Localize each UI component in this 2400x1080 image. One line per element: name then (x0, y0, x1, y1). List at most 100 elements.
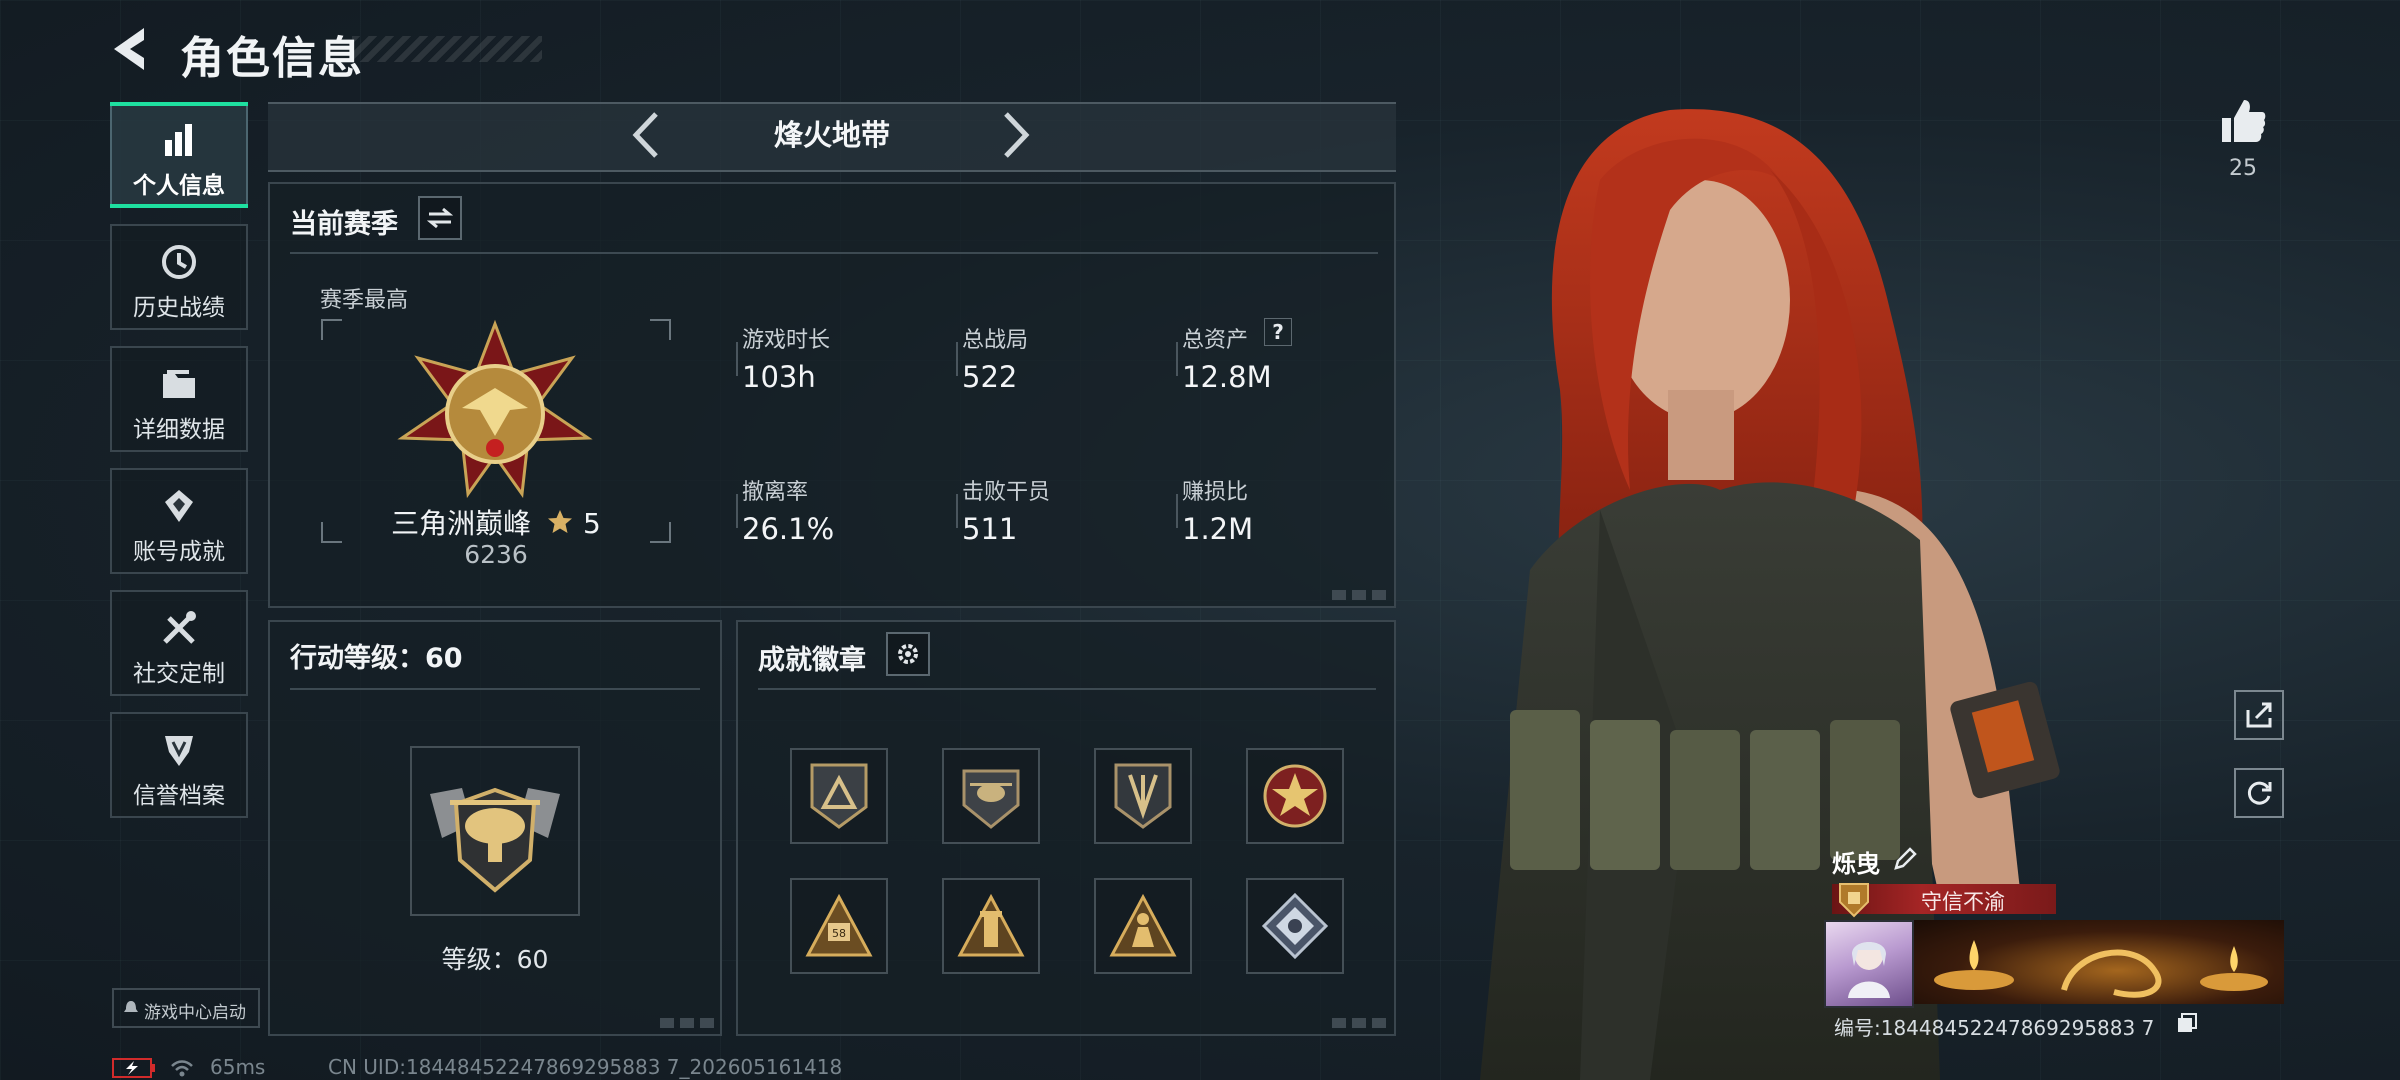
badges-divider (758, 688, 1376, 690)
diamond-badge-icon (1261, 892, 1329, 960)
helicopter-emblem-icon (430, 787, 560, 893)
thumbs-up-icon[interactable] (2218, 96, 2268, 146)
game-center-label: 游戏中心启动 (144, 1003, 246, 1023)
stat-divider (956, 342, 958, 376)
rank-emblem-icon (397, 319, 593, 498)
wifi-icon (171, 1060, 193, 1077)
copy-icon[interactable] (2176, 1012, 2198, 1034)
pyramid-58-badge-icon: 58 (805, 893, 873, 957)
sidebar-item-label: 历史战绩 (133, 295, 225, 321)
badge-slot[interactable] (942, 878, 1040, 974)
sidebar-item-label: 社交定制 (133, 661, 225, 687)
mode-next-chevron-icon[interactable] (1000, 110, 1034, 160)
season-title: 当前赛季 (290, 209, 398, 240)
shield-icon (165, 736, 193, 766)
star-emblem-badge-icon (1263, 764, 1327, 828)
badge-slot[interactable] (1094, 748, 1192, 844)
swap-icon (427, 207, 453, 229)
folder-icon (163, 370, 195, 398)
history-icon (162, 245, 196, 279)
stat-divider (1176, 494, 1178, 528)
sidebar-item-social-custom[interactable]: 社交定制 (110, 590, 248, 696)
blades-badge-icon (1114, 763, 1172, 829)
gear-icon (898, 644, 918, 664)
badge-slot[interactable] (1246, 878, 1344, 974)
stat-divider (736, 494, 738, 528)
sidebar-item-label: 个人信息 (133, 173, 225, 199)
stat-value: 522 (962, 360, 1018, 394)
rank-score: 6236 (464, 540, 528, 569)
panel-corner-decoration (1332, 1018, 1386, 1028)
rank-name: 三角洲巅峰 (391, 507, 532, 540)
tower-badge-icon (957, 893, 1025, 957)
stat-divider (956, 494, 958, 528)
level-emblem-frame (410, 746, 580, 916)
sidebar-item-detailed-data[interactable]: 详细数据 (110, 346, 248, 452)
game-center-button[interactable]: 游戏中心启动 (112, 988, 260, 1028)
edit-pencil-icon[interactable] (1892, 846, 1918, 872)
stat-label: 击败干员 (962, 480, 1051, 505)
player-name: 烁曳 (1832, 850, 1880, 878)
rotate-button[interactable] (2234, 768, 2284, 818)
badge-slot[interactable]: 58 (790, 878, 888, 974)
stat-value: 12.8M (1182, 360, 1272, 394)
level-title: 行动等级：60 (290, 643, 463, 674)
stat-label: 总战局 (962, 328, 1029, 353)
helicopter-badge-icon (962, 769, 1020, 829)
level-divider (290, 688, 700, 690)
panel-corner-decoration (660, 1018, 714, 1028)
stat-label: 总资产 (1182, 328, 1249, 353)
rank-name-row: 三角洲巅峰 5 (320, 502, 672, 542)
achievement-icon (165, 490, 193, 522)
stat-label: 撤离率 (742, 480, 809, 505)
share-icon (2246, 702, 2272, 728)
soldier-badge-icon (1109, 893, 1177, 957)
stat-label: 游戏时长 (742, 328, 831, 353)
mode-label: 烽火地带 (773, 118, 890, 152)
sidebar-item-achievements[interactable]: 账号成就 (110, 468, 248, 574)
sidebar-item-reputation[interactable]: 信誉档案 (110, 712, 248, 818)
total-assets-help-button[interactable]: ? (1264, 318, 1292, 346)
stat-divider (736, 342, 738, 376)
star-icon (548, 510, 573, 533)
season-switch-button[interactable] (418, 196, 462, 240)
sidebar-item-label: 详细数据 (133, 417, 225, 443)
level-caption: 等级：60 (441, 945, 549, 974)
ping-text: 65ms (210, 1055, 266, 1079)
stat-divider (1176, 342, 1178, 376)
avatar[interactable] (1824, 920, 1914, 1008)
bar-chart-icon (165, 124, 192, 156)
sidebar-item-personal-info[interactable]: 个人信息 (110, 102, 248, 208)
player-id: 编号:18448452247869295883 7 (1834, 1016, 2155, 1040)
like-count: 25 (2229, 156, 2257, 181)
player-motto: 守信不渝 (1921, 890, 2005, 914)
avatar-portrait-icon (1848, 942, 1890, 998)
name-card-banner (1914, 920, 2284, 1004)
rank-stars: 5 (583, 507, 601, 540)
share-button[interactable] (2234, 690, 2284, 740)
title-decoration (352, 36, 542, 62)
stat-label: 赚损比 (1182, 480, 1249, 505)
stat-value: 1.2M (1182, 512, 1254, 546)
refresh-icon (2247, 781, 2272, 805)
season-divider (290, 252, 1378, 254)
badge-slot[interactable] (942, 748, 1040, 844)
season-best-label: 赛季最高 (320, 288, 409, 313)
stat-value: 511 (962, 512, 1018, 546)
badge-slot[interactable] (1094, 878, 1192, 974)
badge-slot[interactable] (1246, 748, 1344, 844)
sidebar-item-label: 账号成就 (133, 539, 225, 565)
badges-settings-button[interactable] (886, 632, 930, 676)
back-arrow-icon[interactable] (108, 24, 152, 74)
uid-text: CN UID:18448452247869295883 7_2026051614… (328, 1055, 843, 1079)
bell-icon (124, 1001, 138, 1012)
sidebar-item-history[interactable]: 历史战绩 (110, 224, 248, 330)
sidebar-item-label: 信誉档案 (133, 783, 225, 809)
page-title: 角色信息 (180, 33, 364, 84)
badges-title: 成就徽章 (758, 645, 866, 676)
stat-value: 26.1% (742, 512, 835, 546)
tools-icon (163, 611, 196, 644)
svg-text:58: 58 (832, 927, 846, 940)
triangle-badge-icon (810, 763, 868, 829)
badge-slot[interactable] (790, 748, 888, 844)
